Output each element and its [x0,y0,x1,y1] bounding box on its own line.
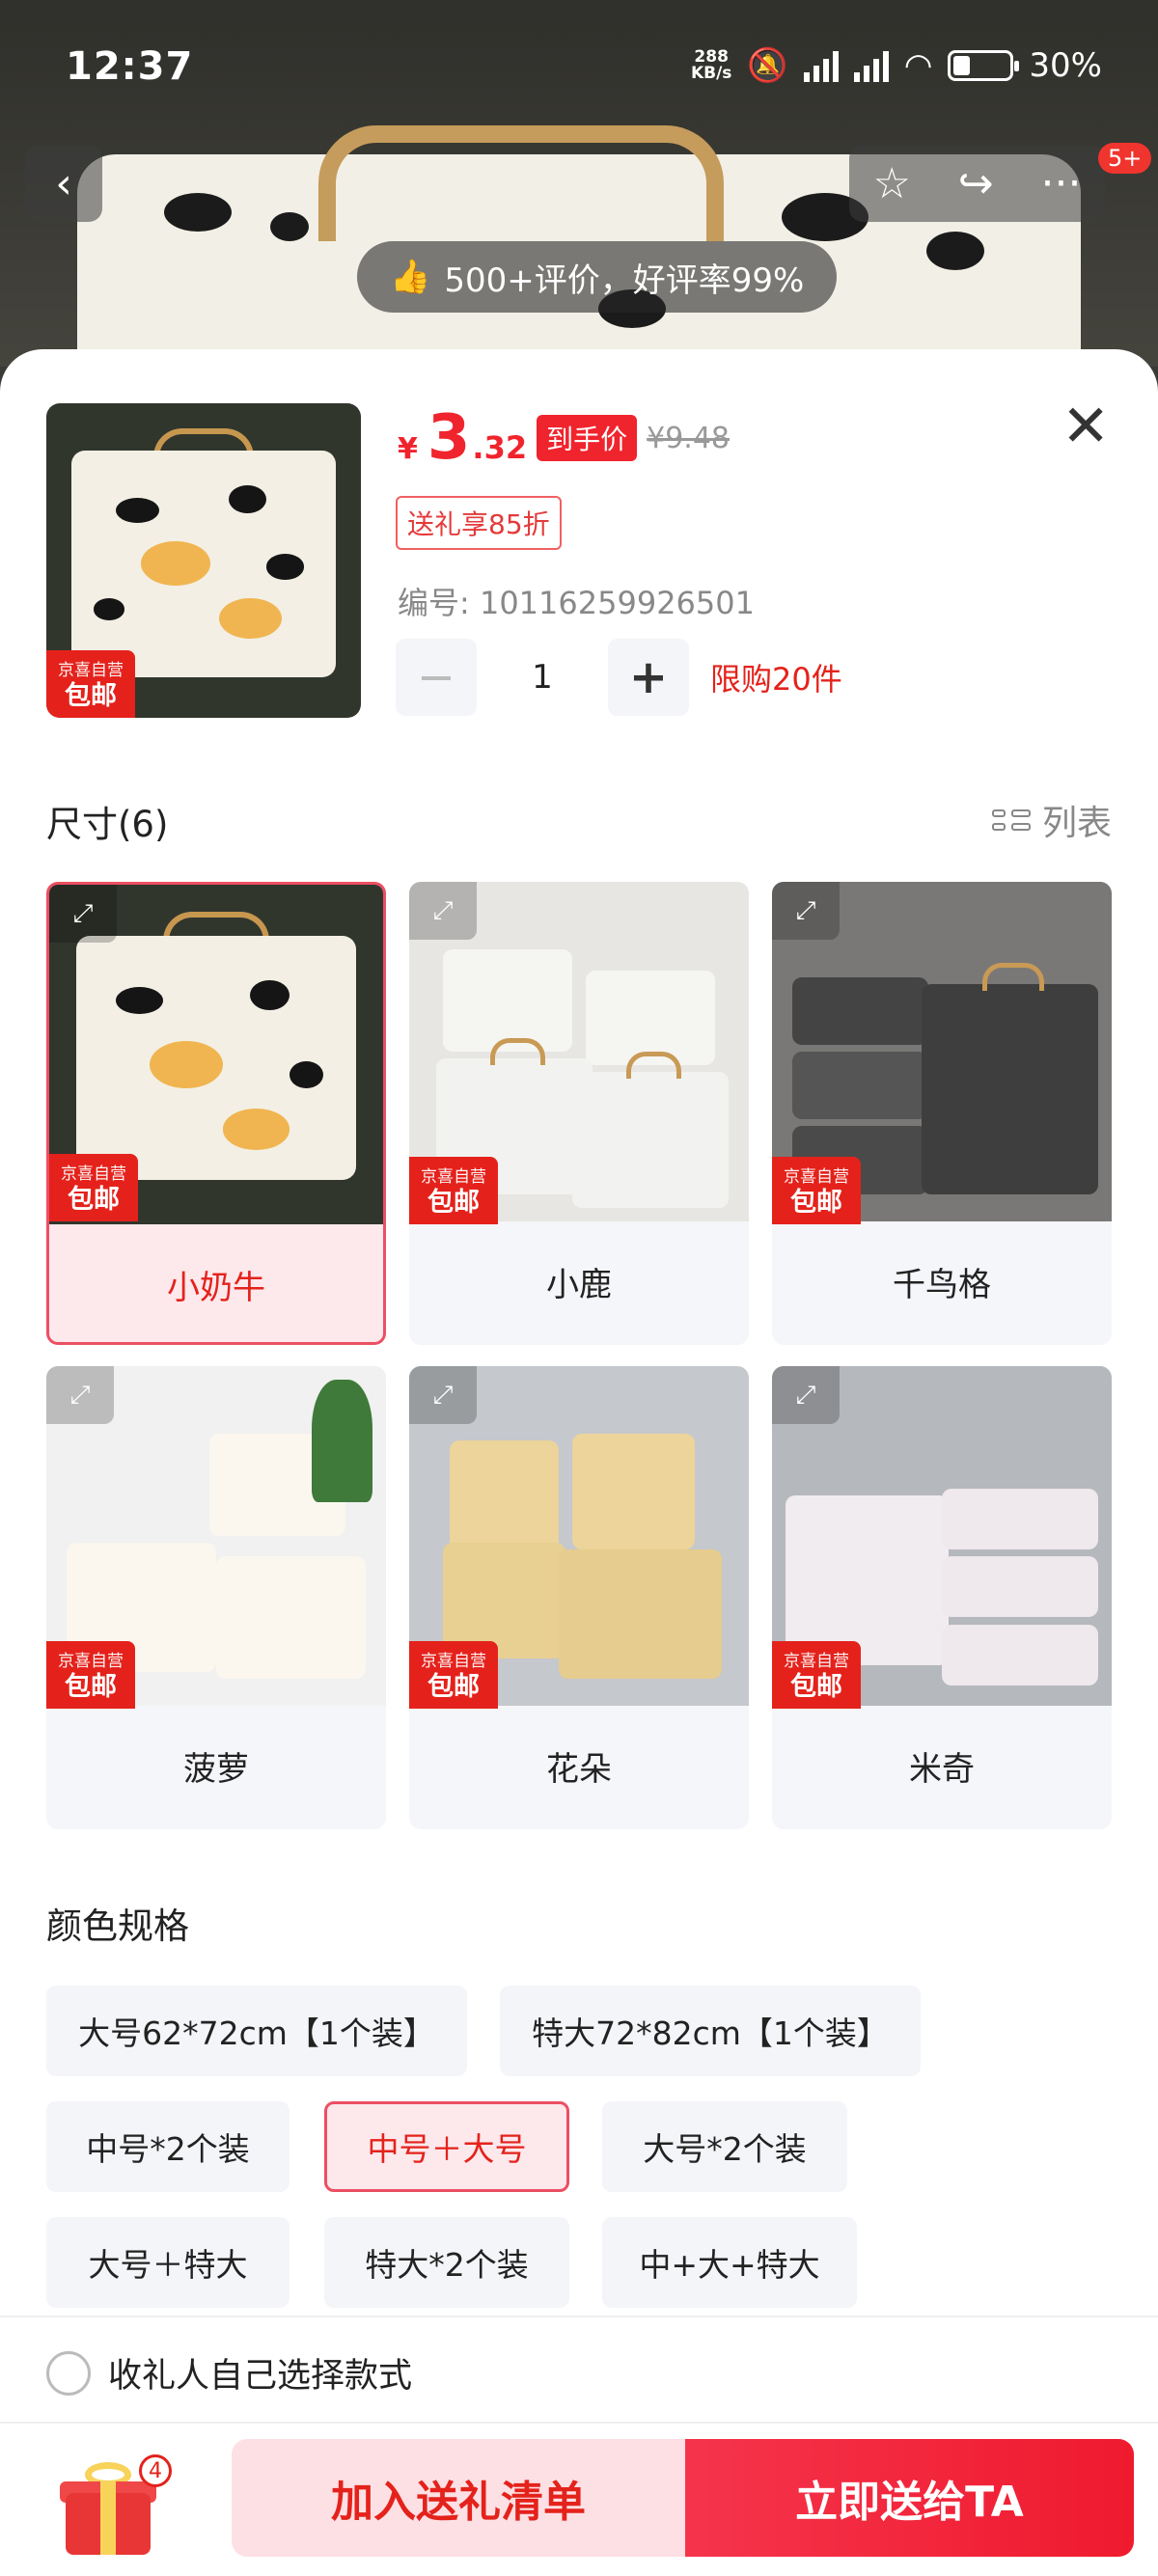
more-icon[interactable]: ··· [1041,159,1082,208]
jd-self-run-tag: 京喜自营 包邮 [46,1641,135,1709]
color-option-chip[interactable]: 大号62*72cm【1个装】 [46,1986,467,2076]
jd-self-run-tag: 京喜自营 包邮 [409,1157,498,1224]
network-speed: 288 KB/s [690,47,732,83]
back-button[interactable]: ‹ [25,145,102,222]
product-thumbnail[interactable]: 京喜自营 包邮 [46,403,361,718]
size-option-label: 小奶牛 [167,1269,265,1307]
expand-image-icon[interactable]: ⤢ [772,1366,840,1424]
size-option-card[interactable]: ⤢ 京喜自营 包邮 花朵 [409,1366,749,1829]
list-icon [991,809,1031,831]
size-option-card[interactable]: ⤢ 京喜自营 包邮 千鸟格 [772,882,1112,1345]
quantity-stepper: − 1 + 限购20件 [396,639,842,716]
sku-selection-sheet: 京喜自营 包邮 ¥ 3 .32 到手价 ¥9.48 送礼享85折 编号: 101… [0,349,1158,2576]
mute-icon: 🔕 [747,46,788,85]
thumbs-up-icon: 👍 [390,258,431,296]
color-option-chip[interactable]: 特大*2个装 [324,2217,569,2308]
list-view-toggle[interactable]: 列表 [991,795,1112,845]
minus-icon: − [416,650,456,704]
close-sheet-button[interactable]: ✕ [1062,397,1110,455]
jd-self-run-tag: 京喜自营 包邮 [772,1641,861,1709]
expand-image-icon[interactable]: ⤢ [46,1366,114,1424]
color-option-chip[interactable]: 特大72*82cm【1个装】 [500,1986,921,2076]
final-price-tag: 到手价 [537,415,638,461]
wifi-icon: ◠ [903,46,933,85]
signal-icon [803,49,839,82]
color-option-chip[interactable]: 大号＋特大 [46,2217,290,2308]
size-option-label: 千鸟格 [893,1266,991,1304]
size-option-card[interactable]: ⤢ 京喜自营 包邮 小奶牛 [46,882,386,1345]
star-icon[interactable]: ☆ [872,159,910,208]
expand-image-icon[interactable]: ⤢ [49,885,117,943]
size-option-card[interactable]: ⤢ 京喜自营 包邮 米奇 [772,1366,1112,1829]
size-option-label: 花朵 [546,1750,612,1789]
gift-list-count-badge: 4 [139,2454,172,2487]
size-section-title: 尺寸(6) [46,804,169,845]
decrease-quantity-button[interactable]: − [396,639,477,716]
gift-discount-tag: 送礼享85折 [396,496,562,550]
size-option-label: 小鹿 [546,1266,612,1304]
status-time: 12:37 [66,44,194,89]
sku-code: 编号: 10116259926501 [398,585,755,621]
battery-percent: 30% [1029,46,1102,85]
jd-self-run-tag: 京喜自营 包邮 [46,650,135,718]
expand-image-icon[interactable]: ⤢ [409,1366,477,1424]
purchase-limit: 限购20件 [710,661,842,698]
plus-icon: + [628,650,669,704]
close-icon: ✕ [1062,393,1111,460]
color-option-chip[interactable]: 中+大+特大 [602,2217,857,2308]
divider [0,2422,1158,2424]
chevron-left-icon: ‹ [55,158,72,208]
divider [0,2316,1158,2317]
color-section-title: 颜色规格 [46,1905,189,1947]
battery-icon [948,50,1020,81]
price-decimal: .32 [472,429,528,466]
jd-self-run-tag: 京喜自营 包邮 [772,1157,861,1224]
share-icon[interactable]: ↪ [958,159,994,208]
expand-image-icon[interactable]: ⤢ [409,882,477,940]
quantity-value[interactable]: 1 [504,658,581,697]
message-badge: 5+ [1098,143,1152,174]
expand-image-icon[interactable]: ⤢ [772,882,840,940]
jd-self-run-tag: 京喜自营 包邮 [409,1641,498,1709]
size-option-label: 菠萝 [183,1750,249,1789]
color-option-chip[interactable]: 中号*2个装 [46,2101,290,2192]
price-row: ¥ 3 .32 到手价 ¥9.48 [398,402,730,474]
status-bar: 12:37 288 KB/s 🔕 ◠ 30% [0,0,1158,135]
radio-button[interactable] [46,2350,91,2396]
color-option-chip[interactable]: 中号＋大号 [324,2101,569,2192]
add-to-gift-list-button[interactable]: 加入送礼清单 [232,2439,685,2557]
original-price: ¥9.48 [647,421,730,455]
size-option-card[interactable]: ⤢ 京喜自营 包邮 小鹿 [409,882,749,1345]
send-gift-now-button[interactable]: 立即送给TA [685,2439,1134,2557]
signal-icon [853,49,889,82]
top-actions: ☆ ↪ ··· [849,145,1105,222]
jd-self-run-tag: 京喜自营 包邮 [49,1154,138,1221]
review-summary[interactable]: 👍 500+评价，好评率99% [357,241,838,313]
increase-quantity-button[interactable]: + [608,639,689,716]
price-integer: 3 [427,402,471,474]
recipient-choose-option[interactable]: 收礼人自己选择款式 [46,2348,412,2398]
size-option-card[interactable]: ⤢ 京喜自营 包邮 菠萝 [46,1366,386,1829]
size-option-label: 米奇 [909,1750,975,1789]
color-option-chip[interactable]: 大号*2个装 [602,2101,847,2192]
